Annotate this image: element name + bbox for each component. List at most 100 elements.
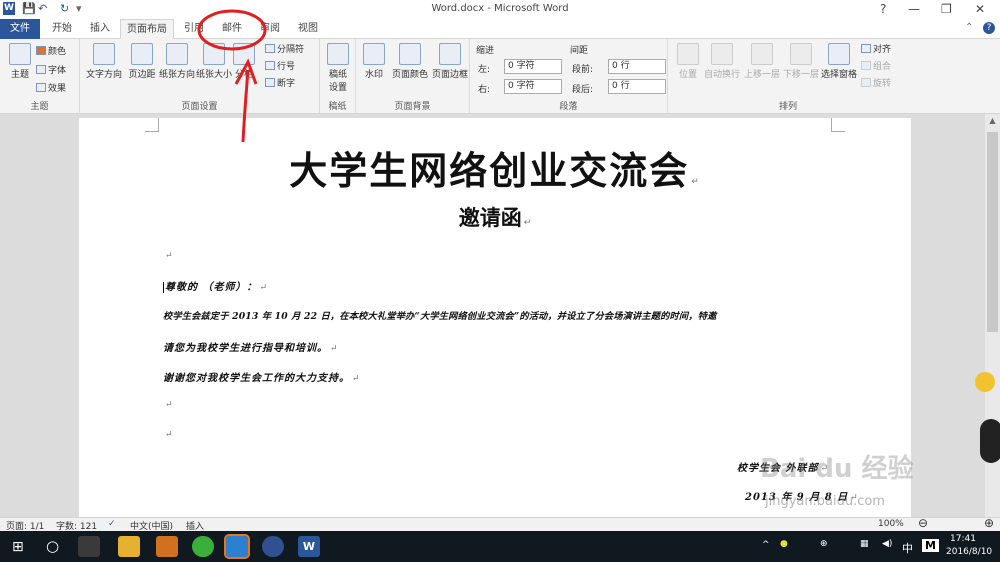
window-title: Word.docx - Microsoft Word — [431, 3, 569, 14]
size-button[interactable]: 纸张大小 — [195, 43, 233, 80]
bring-forward-button[interactable]: 上移一层 — [742, 43, 782, 80]
selection-pane-icon — [828, 43, 850, 65]
task-view-icon[interactable] — [78, 536, 100, 557]
zoom-in-icon[interactable]: ⊕ — [984, 516, 994, 530]
fonts-icon — [36, 65, 46, 74]
salutation-line: 尊敬的 （老师）： ↵ — [163, 282, 269, 293]
orientation-button[interactable]: 纸张方向 — [157, 43, 197, 80]
spacing-before-input[interactable]: 0 行 — [608, 59, 666, 74]
tray-plus-icon[interactable]: ⊕ — [820, 539, 828, 549]
indent-left-input[interactable]: 0 字符 — [504, 59, 562, 74]
body-line-3: 谢谢您对我校学生会工作的大力支持。 ↵ — [163, 373, 361, 384]
themes-icon — [9, 43, 31, 65]
restore-icon[interactable]: ❐ — [941, 2, 952, 16]
spacing-after-input[interactable]: 0 行 — [608, 79, 666, 94]
file-explorer-icon[interactable] — [118, 536, 140, 557]
zoom-level[interactable]: 100% — [878, 519, 904, 529]
word-taskbar-icon[interactable]: W — [298, 536, 320, 557]
group-objects-button[interactable]: 组合 — [861, 59, 891, 72]
tab-insert[interactable]: 插入 — [82, 19, 118, 39]
group-label-themes: 主题 — [30, 102, 49, 112]
colors-icon — [36, 46, 46, 55]
columns-icon — [233, 43, 255, 65]
position-button[interactable]: 位置 — [670, 43, 706, 80]
qq-penguin-icon[interactable] — [980, 419, 1000, 463]
search-circle-icon[interactable]: ○ — [46, 537, 59, 555]
group-themes: 主题 颜色 字体 效果 主题 — [0, 39, 80, 114]
store-icon[interactable] — [156, 536, 178, 557]
tab-page-layout[interactable]: 页面布局 — [120, 19, 174, 39]
help-icon[interactable]: ? — [880, 2, 886, 16]
clock-date[interactable]: 2016/8/10 — [946, 547, 992, 557]
breaks-button[interactable]: 分隔符 — [265, 42, 304, 55]
clock-time[interactable]: 17:41 — [950, 534, 976, 544]
scroll-thumb[interactable] — [987, 132, 998, 332]
tab-references[interactable]: 引用 — [176, 19, 212, 39]
group-paragraph: 缩进 左: 0 字符 右: 0 字符 间距 段前: 0 行 段后: 0 行 段落 — [470, 39, 668, 114]
tab-review[interactable]: 审阅 — [252, 19, 288, 39]
minimize-icon[interactable]: — — [908, 2, 920, 16]
effects-button[interactable]: 效果 — [36, 81, 66, 94]
browser-icon[interactable] — [192, 536, 214, 557]
ribbon: 主题 颜色 字体 效果 主题 文字方向 页边距 纸张方向 纸张大小 分栏 分隔符… — [0, 39, 1000, 114]
group-page-background: 水印 页面颜色 页面边框 页面背景 — [356, 39, 470, 114]
send-backward-button[interactable]: 下移一层 — [781, 43, 821, 80]
lightbulb-icon[interactable] — [975, 372, 995, 392]
globe-icon[interactable] — [262, 536, 284, 557]
tray-security-icon[interactable]: ● — [780, 539, 788, 549]
tray-arrow-icon[interactable]: ^ — [762, 540, 770, 550]
page-borders-icon — [439, 43, 461, 65]
text-direction-button[interactable]: 文字方向 — [84, 43, 124, 80]
windows-start-icon[interactable]: ⊞ — [12, 539, 24, 555]
draft-settings-button[interactable]: 稿纸 设置 — [320, 43, 356, 93]
margins-button[interactable]: 页边距 — [124, 43, 160, 80]
ime-mode[interactable]: M — [922, 539, 939, 552]
line-numbers-button[interactable]: 行号 — [265, 59, 295, 72]
photos-icon[interactable] — [224, 534, 250, 559]
group-label-page-background: 页面背景 — [394, 102, 431, 112]
group-label-paragraph: 段落 — [559, 102, 578, 112]
close-icon[interactable]: ✕ — [975, 2, 985, 16]
crop-mark — [145, 118, 159, 132]
ribbon-tabs: 文件 开始 插入 页面布局 引用 邮件 审阅 视图 ⌃ ? — [0, 19, 1000, 39]
indent-left-label: 左: — [478, 65, 491, 75]
page-borders-button[interactable]: 页面边框 — [430, 43, 470, 80]
indent-right-input[interactable]: 0 字符 — [504, 79, 562, 94]
text-cursor — [163, 282, 164, 293]
baidu-watermark-url: jingyan.baidu.com — [765, 494, 885, 509]
collapse-ribbon-icon[interactable]: ⌃ — [965, 22, 973, 33]
watermark-button[interactable]: 水印 — [356, 43, 392, 80]
proofing-icon[interactable]: ✓ — [108, 519, 116, 529]
rotate-button[interactable]: 旋转 — [861, 76, 891, 89]
watermark-icon — [363, 43, 385, 65]
selection-pane-button[interactable]: 选择窗格 — [819, 43, 859, 80]
ime-indicator[interactable]: 中 — [902, 540, 913, 556]
volume-icon[interactable]: ◀) — [882, 539, 892, 549]
colors-button[interactable]: 颜色 — [36, 44, 66, 57]
columns-button[interactable]: 分栏 — [230, 43, 258, 80]
fonts-button[interactable]: 字体 — [36, 63, 66, 76]
network-icon[interactable]: ▦ — [860, 539, 869, 549]
line-numbers-icon — [265, 61, 275, 70]
help-circle-icon[interactable]: ? — [983, 22, 995, 34]
page-color-button[interactable]: 页面颜色 — [390, 43, 430, 80]
tab-file[interactable]: 文件 — [0, 19, 40, 39]
align-button[interactable]: 对齐 — [861, 42, 891, 55]
position-icon — [677, 43, 699, 65]
bring-forward-icon — [751, 43, 773, 65]
baidu-watermark-logo: Bai du 经验 — [760, 454, 914, 484]
tab-home[interactable]: 开始 — [44, 19, 80, 39]
spacing-before-label: 段前: — [572, 65, 594, 75]
group-label-arrange: 排列 — [778, 102, 797, 112]
themes-button[interactable]: 主题 — [2, 43, 38, 80]
wrap-text-button[interactable]: 自动换行 — [702, 43, 742, 80]
hyphenation-button[interactable]: 断字 — [265, 76, 295, 89]
tab-mailings[interactable]: 邮件 — [214, 19, 250, 39]
scroll-up-icon[interactable]: ▲ — [987, 116, 998, 126]
page-size-icon — [203, 43, 225, 65]
vertical-scrollbar[interactable]: ▲ — [975, 114, 1000, 517]
effects-icon — [36, 83, 46, 92]
group-label-page-setup: 页面设置 — [181, 102, 218, 112]
zoom-out-icon[interactable]: ⊖ — [918, 516, 928, 530]
tab-view[interactable]: 视图 — [290, 19, 326, 39]
